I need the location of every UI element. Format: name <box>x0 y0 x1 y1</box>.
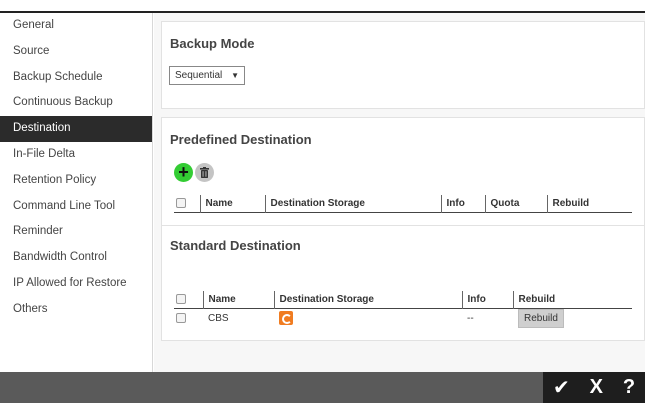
select-all-checkbox[interactable] <box>176 198 186 209</box>
select-all-checkbox[interactable] <box>176 294 186 305</box>
column-header-name[interactable]: Name <box>202 291 274 308</box>
sidebar-item-in-file-delta[interactable]: In-File Delta <box>0 142 152 168</box>
rebuild-button[interactable]: Rebuild <box>518 308 564 328</box>
column-header-name[interactable]: Name <box>199 195 265 212</box>
sidebar-item-bandwidth-control[interactable]: Bandwidth Control <box>0 245 152 271</box>
row-destination-storage <box>274 308 462 328</box>
sidebar: General Source Backup Schedule Continuou… <box>0 13 153 372</box>
row-checkbox[interactable] <box>176 312 186 323</box>
footer-bar: ✔ X ? <box>0 372 645 403</box>
predefined-destination-table: Name Destination Storage Info Quota Rebu… <box>174 195 632 213</box>
standard-destination-panel: Standard Destination Name Destination St… <box>161 225 645 341</box>
footer-actions: ✔ X ? <box>543 372 645 403</box>
window-top-border <box>0 0 645 13</box>
backup-mode-title: Backup Mode <box>170 36 255 51</box>
sidebar-item-command-line-tool[interactable]: Command Line Tool <box>0 194 152 220</box>
ok-checkmark-icon[interactable]: ✔ <box>553 375 570 400</box>
row-checkbox-cell[interactable] <box>174 308 203 328</box>
column-header-destination-storage[interactable]: Destination Storage <box>264 195 441 212</box>
column-header-destination-storage[interactable]: Destination Storage <box>273 291 462 308</box>
sidebar-item-others[interactable]: Others <box>0 297 152 323</box>
standard-destination-title: Standard Destination <box>170 238 301 253</box>
sidebar-item-reminder[interactable]: Reminder <box>0 219 152 245</box>
column-header-quota[interactable]: Quota <box>484 195 547 212</box>
column-header-info[interactable]: Info <box>461 291 513 308</box>
table-header-row: Name Destination Storage Info Rebuild <box>174 291 632 308</box>
trash-icon[interactable] <box>195 163 214 182</box>
sidebar-item-general[interactable]: General <box>0 13 152 39</box>
row-info: -- <box>467 312 474 324</box>
standard-destination-table: Name Destination Storage Info Rebuild CB… <box>174 291 632 328</box>
sidebar-item-source[interactable]: Source <box>0 39 152 65</box>
cancel-close-icon[interactable]: X <box>590 376 603 399</box>
row-name: CBS <box>208 312 229 324</box>
backup-mode-select[interactable]: Sequential ▼ <box>169 66 245 85</box>
table-row[interactable]: CBS -- Rebuild <box>174 308 632 328</box>
sidebar-item-destination[interactable]: Destination <box>0 116 152 142</box>
predefined-destination-title: Predefined Destination <box>170 132 312 147</box>
cbs-storage-icon <box>279 311 293 325</box>
column-header-info[interactable]: Info <box>440 195 485 212</box>
column-header-rebuild[interactable]: Rebuild <box>512 291 632 308</box>
main-content: Backup Mode Sequential ▼ Predefined Dest… <box>154 13 645 372</box>
predefined-destination-panel: Predefined Destination + Name Destinatio… <box>161 117 645 229</box>
sidebar-item-backup-schedule[interactable]: Backup Schedule <box>0 65 152 91</box>
sidebar-item-continuous-backup[interactable]: Continuous Backup <box>0 90 152 116</box>
select-all-checkbox-cell[interactable] <box>174 195 200 212</box>
dropdown-arrow-icon: ▼ <box>231 71 239 80</box>
column-header-rebuild[interactable]: Rebuild <box>546 195 632 212</box>
backup-mode-selected-value: Sequential <box>175 70 223 81</box>
sidebar-item-ip-allowed[interactable]: IP Allowed for Restore <box>0 271 152 297</box>
select-all-checkbox-cell[interactable] <box>174 291 203 308</box>
predefined-actions: + <box>174 163 214 183</box>
row-rebuild-cell: Rebuild <box>513 308 632 328</box>
sidebar-item-retention-policy[interactable]: Retention Policy <box>0 168 152 194</box>
add-destination-icon[interactable]: + <box>174 163 193 182</box>
table-header-row: Name Destination Storage Info Quota Rebu… <box>174 195 632 212</box>
help-question-icon[interactable]: ? <box>623 376 635 399</box>
backup-mode-panel: Backup Mode Sequential ▼ <box>161 21 645 109</box>
